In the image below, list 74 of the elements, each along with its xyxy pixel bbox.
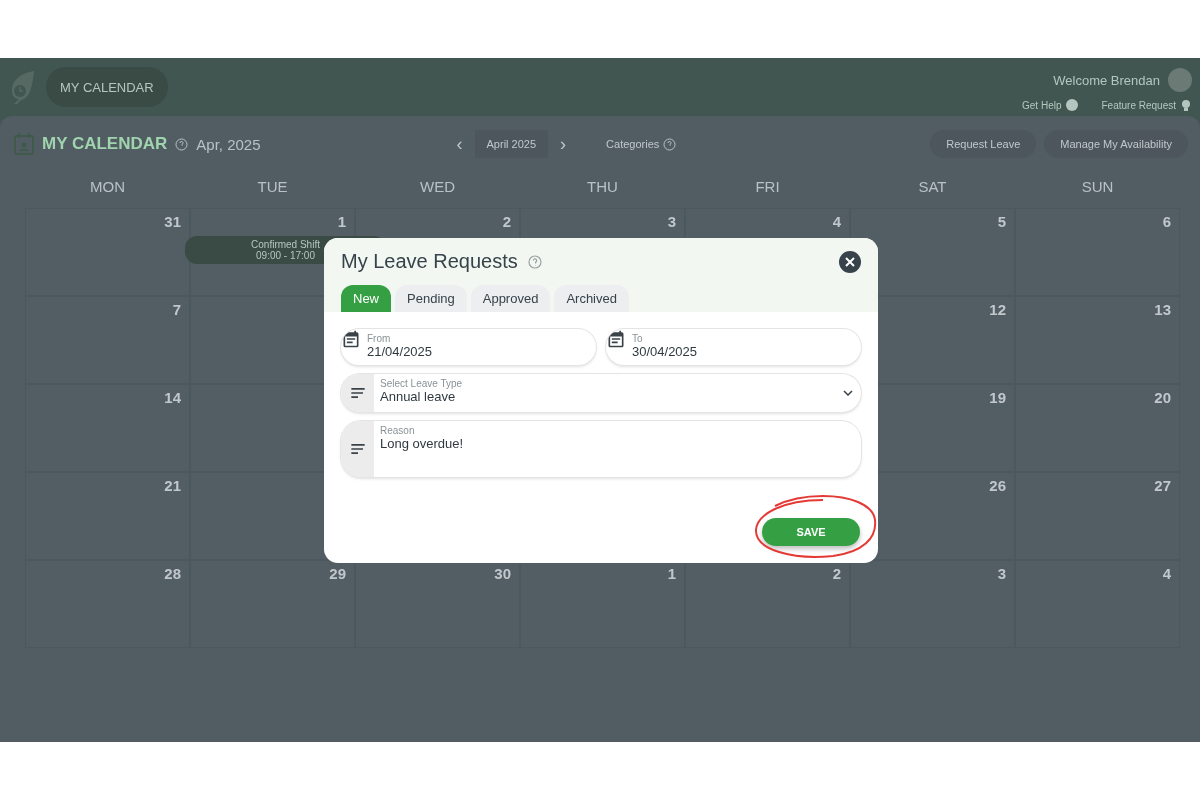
day-cell[interactable]: 4 <box>1015 560 1180 648</box>
save-button[interactable]: SAVE <box>762 518 860 546</box>
day-number: 3 <box>997 565 1006 582</box>
day-cell[interactable]: 30 <box>355 560 520 648</box>
tab[interactable]: Archived <box>554 285 629 312</box>
day-number: 30 <box>494 565 511 582</box>
next-month-button[interactable]: › <box>552 133 575 155</box>
action-button[interactable]: Request Leave <box>930 130 1037 158</box>
my-calendar-nav-button[interactable]: MY CALENDAR <box>46 67 168 107</box>
weekday-header: MON <box>89 177 126 197</box>
day-number: 19 <box>989 389 1006 406</box>
action-button[interactable]: Manage My Availability <box>1044 130 1188 158</box>
close-button[interactable] <box>839 250 861 273</box>
leave-type-dropdown[interactable]: Select Leave Type Annual leave <box>341 374 861 412</box>
day-number: 26 <box>989 477 1006 494</box>
day-number: 3 <box>667 213 676 230</box>
tab[interactable]: Approved <box>470 285 551 312</box>
day-number: 27 <box>1154 477 1171 494</box>
day-cell[interactable]: 27 <box>1015 472 1180 560</box>
header-link[interactable]: Get Help <box>1022 98 1078 112</box>
day-number: 5 <box>997 213 1006 230</box>
day-cell[interactable]: 13 <box>1015 296 1180 384</box>
month-subtitle: Apr, 2025 <box>196 135 261 153</box>
day-number: 2 <box>832 565 841 582</box>
weekday-header: THU <box>586 177 619 197</box>
day-number: 29 <box>329 565 346 582</box>
month-selector[interactable]: April 2025 <box>474 130 549 158</box>
tab[interactable]: New <box>341 285 391 312</box>
day-number: 20 <box>1154 389 1171 406</box>
previous-month-button[interactable]: ‹ <box>448 133 471 155</box>
categories-button[interactable]: Categories <box>600 136 683 152</box>
day-cell[interactable]: 14 <box>25 384 190 472</box>
day-cell[interactable]: 1 <box>520 560 685 648</box>
date-field[interactable]: From 21/04/2025 <box>341 329 596 365</box>
day-cell[interactable]: 7 <box>25 296 190 384</box>
date-field[interactable]: To 30/04/2025 <box>606 329 861 365</box>
day-number: 31 <box>164 213 181 230</box>
day-cell[interactable]: 21 <box>25 472 190 560</box>
weekday-header: WED <box>419 177 456 197</box>
day-cell[interactable]: 5 <box>850 208 1015 296</box>
day-number: 4 <box>1162 565 1171 582</box>
welcome-text: Welcome Brendan <box>1053 72 1160 88</box>
calendar-person-icon <box>14 133 34 155</box>
page-title: MY CALENDAR <box>42 134 168 154</box>
day-number: 14 <box>164 389 181 406</box>
header-link[interactable]: Feature Request <box>1101 98 1192 112</box>
day-cell[interactable]: 28 <box>25 560 190 648</box>
day-number: 1 <box>667 565 676 582</box>
day-number: 7 <box>172 301 181 318</box>
day-cell[interactable]: 31 <box>25 208 190 296</box>
day-cell[interactable]: 2 <box>685 560 850 648</box>
lightbulb-icon <box>1180 98 1192 112</box>
calendar-icon <box>341 329 361 349</box>
weekday-header: TUE <box>256 177 289 197</box>
day-number: 2 <box>502 213 511 230</box>
day-number: 6 <box>1162 213 1171 230</box>
close-icon <box>845 256 855 267</box>
day-cell[interactable]: 3 <box>850 560 1015 648</box>
day-number: 1 <box>337 213 346 230</box>
chevron-down-icon <box>843 390 853 396</box>
weekday-header: FRI <box>754 177 781 197</box>
tab[interactable]: Pending <box>395 285 467 312</box>
calendar-icon <box>606 329 626 349</box>
day-cell[interactable]: 20 <box>1015 384 1180 472</box>
day-number: 13 <box>1154 301 1171 318</box>
weekday-header: SAT <box>917 177 948 197</box>
day-number: 28 <box>164 565 181 582</box>
weekday-header: SUN <box>1080 177 1115 197</box>
day-number: 4 <box>832 213 841 230</box>
day-number: 21 <box>164 477 181 494</box>
reason-field[interactable]: Reason Long overdue! <box>341 421 861 477</box>
day-number: 12 <box>989 301 1006 318</box>
day-cell[interactable]: 29 <box>190 560 355 648</box>
day-cell[interactable]: 6 <box>1015 208 1180 296</box>
